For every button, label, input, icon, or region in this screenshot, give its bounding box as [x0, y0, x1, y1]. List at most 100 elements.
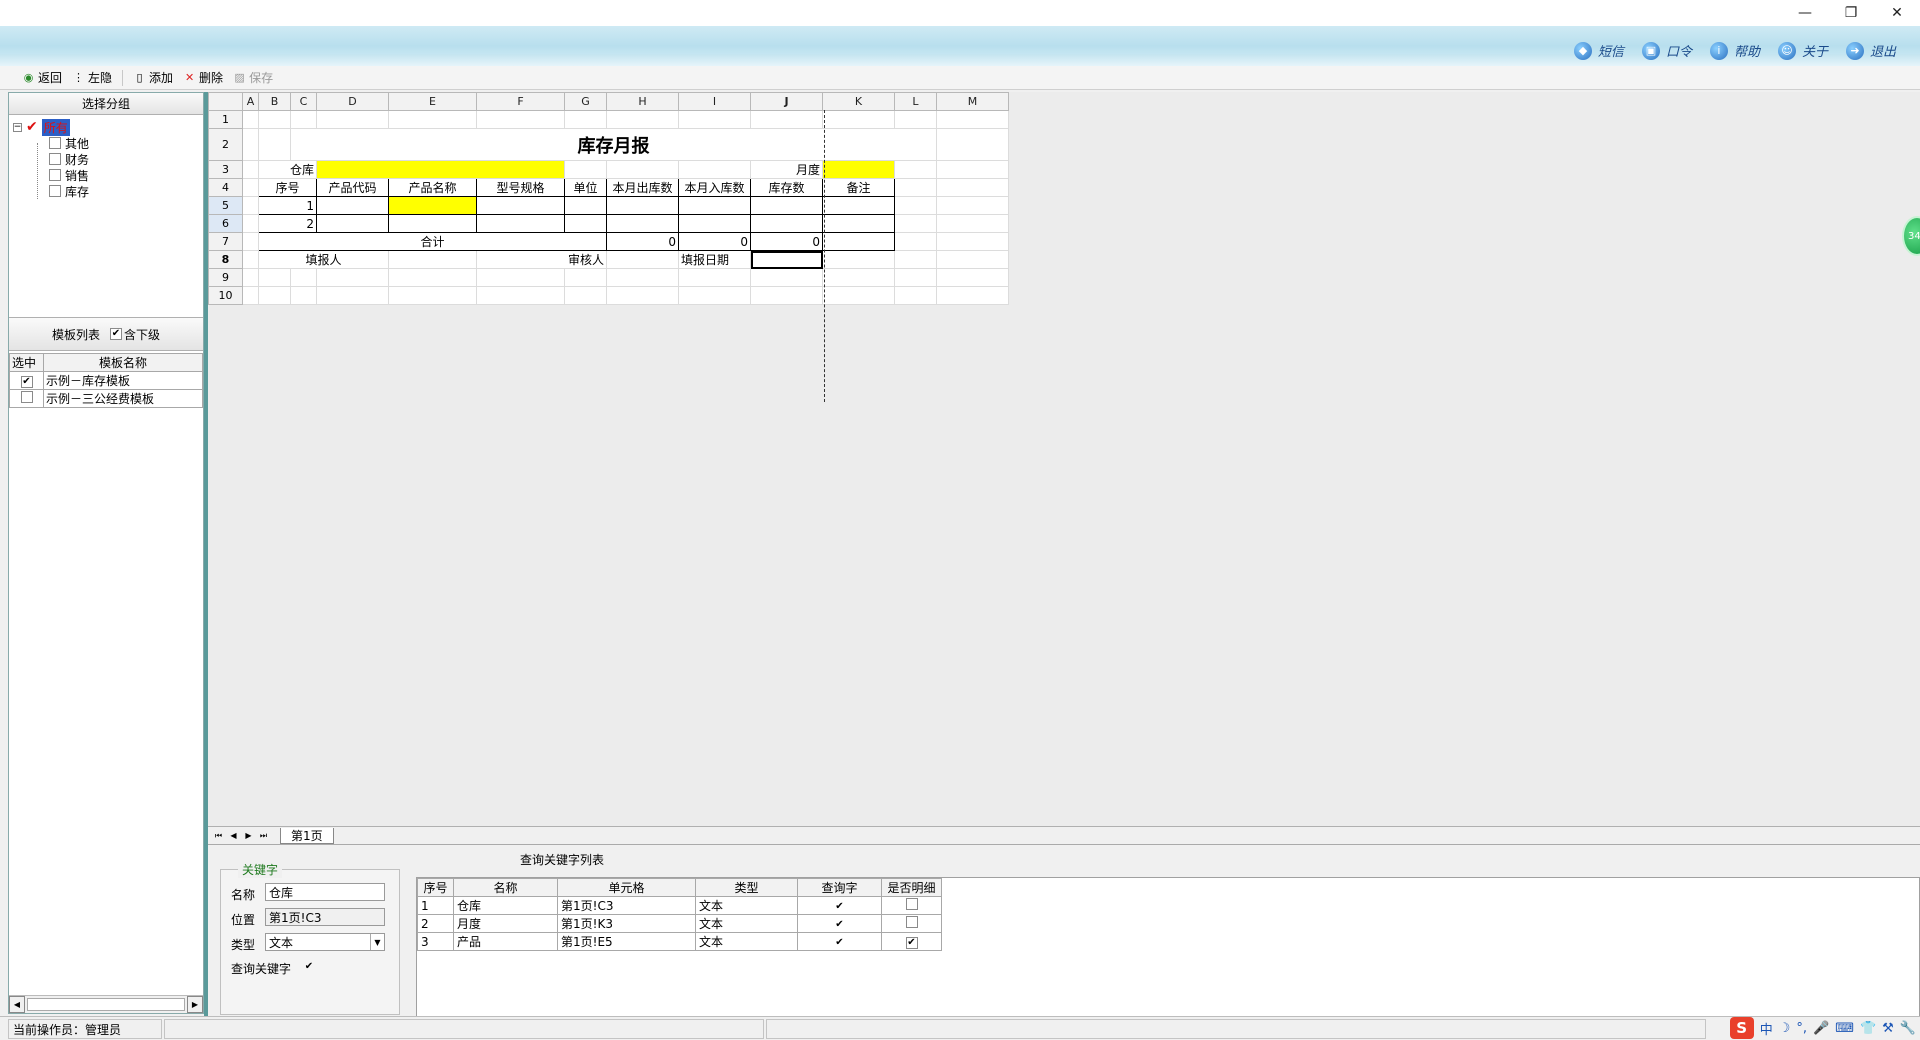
nav-password[interactable]: ▣ 口令 [1641, 41, 1692, 60]
column-header[interactable]: I [678, 92, 751, 111]
detail-checkbox[interactable]: ✔ [905, 937, 918, 949]
save-button[interactable]: ▨ 保存 [233, 69, 273, 87]
column-header[interactable]: M [936, 92, 1009, 111]
data-cell[interactable] [476, 196, 565, 215]
row-header[interactable]: 2 [208, 128, 243, 161]
row-header[interactable]: 6 [208, 214, 243, 233]
header-cell[interactable]: 本月出库数 [606, 178, 679, 197]
include-sub-checkbox[interactable]: ✔ [110, 328, 122, 340]
month-label[interactable]: 月度 [750, 160, 823, 179]
tools-icon[interactable]: ⚒ [1882, 1021, 1894, 1036]
spreadsheet-area[interactable]: A B C D E F G H I J K L M 1 2 库存月报 3 仓库 … [208, 92, 1920, 826]
query-keyword-checkbox[interactable]: ✔ [303, 961, 315, 973]
data-cell[interactable] [822, 232, 895, 251]
row-header[interactable]: 8 [208, 250, 243, 269]
data-cell[interactable] [606, 196, 679, 215]
header-cell[interactable]: 产品代码 [316, 178, 389, 197]
table-row[interactable]: 2 月度 第1页!K3 文本 ✔ [417, 914, 942, 933]
query-checkbox[interactable]: ✔ [834, 937, 846, 949]
row-header[interactable]: 1 [208, 110, 243, 129]
total-cell[interactable]: 0 [750, 232, 823, 251]
column-header[interactable]: A [242, 92, 259, 111]
tree-item-inventory[interactable]: 库存 [49, 183, 89, 199]
column-header[interactable]: L [894, 92, 937, 111]
data-cell[interactable] [564, 214, 607, 233]
header-cell[interactable]: 本月入库数 [678, 178, 751, 197]
column-header[interactable]: C [290, 92, 317, 111]
total-cell[interactable]: 0 [678, 232, 751, 251]
ime-mode-chinese[interactable]: 中 [1760, 1019, 1773, 1038]
prev-sheet-icon[interactable]: ◀ [227, 829, 240, 842]
tree-checkbox[interactable] [49, 185, 61, 197]
data-cell[interactable] [316, 196, 389, 215]
data-cell[interactable] [678, 196, 751, 215]
tree-item-other[interactable]: 其他 [49, 135, 89, 151]
table-row[interactable]: 1 仓库 第1页!C3 文本 ✔ [417, 896, 942, 915]
header-cell[interactable]: 单位 [564, 178, 607, 197]
active-cell[interactable] [750, 250, 823, 269]
row-checkbox[interactable] [20, 391, 33, 403]
delete-button[interactable]: ✕ 删除 [183, 69, 223, 87]
row-header[interactable]: 4 [208, 178, 243, 197]
data-cell[interactable] [678, 214, 751, 233]
tree-checkbox[interactable] [49, 153, 61, 165]
tree-item-finance[interactable]: 财务 [49, 151, 89, 167]
row-header[interactable]: 9 [208, 268, 243, 287]
column-header[interactable]: 是否明细 [881, 878, 942, 897]
table-row[interactable]: ✔ 示例－库存模板 [9, 371, 203, 390]
header-cell[interactable]: 型号规格 [476, 178, 565, 197]
keyword-type-select[interactable]: 文本 ▼ [265, 933, 385, 951]
table-row[interactable]: 3 产品 第1页!E5 文本 ✔ ✔ [417, 932, 942, 951]
data-cell[interactable] [476, 214, 565, 233]
data-cell[interactable] [750, 214, 823, 233]
spreadsheet-grid[interactable]: A B C D E F G H I J K L M 1 2 库存月报 3 仓库 … [208, 92, 1009, 305]
warehouse-input-cell[interactable] [316, 160, 565, 179]
sheet-tab-page1[interactable]: 第1页 [280, 827, 334, 844]
header-cell[interactable]: 产品名称 [388, 178, 477, 197]
hide-left-button[interactable]: ⋮ 左隐 [72, 69, 112, 87]
data-cell[interactable] [822, 214, 895, 233]
collapse-icon[interactable]: − [13, 122, 22, 132]
report-title[interactable]: 库存月报 [290, 128, 937, 161]
column-header[interactable]: B [258, 92, 291, 111]
punctuation-icon[interactable]: °, [1796, 1021, 1807, 1036]
column-header[interactable]: E [388, 92, 477, 111]
query-checkbox[interactable]: ✔ [834, 919, 846, 931]
column-header[interactable]: F [476, 92, 565, 111]
data-cell[interactable] [822, 196, 895, 215]
column-header[interactable]: J [750, 92, 823, 111]
back-button[interactable]: ◉ 返回 [22, 69, 62, 87]
nav-help[interactable]: i 帮助 [1709, 41, 1760, 60]
scroll-left-icon[interactable]: ◀ [9, 996, 25, 1013]
data-cell[interactable] [606, 214, 679, 233]
nav-exit[interactable]: ➜ 退出 [1845, 41, 1896, 60]
total-cell[interactable]: 0 [606, 232, 679, 251]
row-header[interactable]: 5 [208, 196, 243, 215]
tree-item-sales[interactable]: 销售 [49, 167, 89, 183]
scroll-thumb[interactable] [27, 998, 185, 1011]
row-header[interactable]: 3 [208, 160, 243, 179]
moon-icon[interactable]: ☽ [1779, 1021, 1791, 1036]
horizontal-scrollbar[interactable]: ◀ ▶ [9, 995, 203, 1013]
column-header[interactable]: K [822, 92, 895, 111]
column-header[interactable]: 序号 [417, 878, 454, 897]
keyword-name-input[interactable]: 仓库 [265, 883, 385, 901]
reviewer-label[interactable]: 审核人 [476, 250, 607, 269]
total-label[interactable]: 合计 [258, 232, 607, 251]
data-cell[interactable]: 1 [258, 196, 317, 215]
keyword-position-input[interactable]: 第1页!C3 [265, 908, 385, 926]
table-row[interactable]: 示例－三公经费模板 [9, 389, 203, 408]
nav-about[interactable]: ☺ 关于 [1777, 41, 1828, 60]
scroll-right-icon[interactable]: ▶ [187, 996, 203, 1013]
column-header[interactable]: 名称 [453, 878, 558, 897]
row-header[interactable]: 10 [208, 286, 243, 305]
query-checkbox[interactable]: ✔ [834, 901, 846, 913]
tree-root[interactable]: − ✔ 所有 [13, 118, 70, 136]
month-input-cell[interactable] [822, 160, 895, 179]
nav-message[interactable]: ◆ 短信 [1573, 41, 1624, 60]
microphone-icon[interactable]: 🎤 [1813, 1021, 1829, 1036]
keyboard-icon[interactable]: ⌨ [1835, 1021, 1854, 1036]
first-sheet-icon[interactable]: ⏮ [212, 829, 225, 842]
fill-date-label[interactable]: 填报日期 [678, 250, 751, 269]
add-button[interactable]: ▯ 添加 [133, 69, 174, 87]
